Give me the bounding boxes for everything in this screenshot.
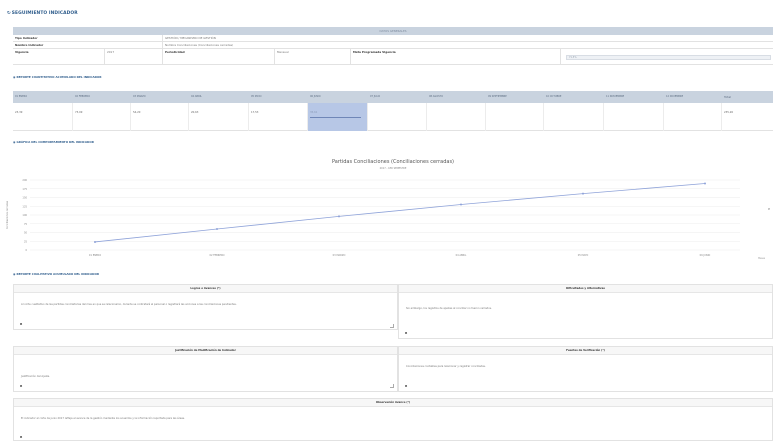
series-line [94,183,706,243]
qualitative-section-title-text: REPORTE CUALITATIVO ACUMULADO DEL INDICA… [16,272,100,276]
observacion-header: Observación Avance (*) [14,399,772,407]
data-point [216,228,218,230]
observacion-textarea[interactable]: El indicador al corte de junio 2017 refl… [21,417,762,421]
logros-badge: B [20,322,23,326]
fuentes-textarea[interactable]: Conciliaciones contables para relacionar… [406,365,762,369]
data-point [94,240,96,243]
y-tick-label: 75 [24,223,28,226]
logros-panel: Logros o Avances (*) Al corte cualitativ… [13,284,398,330]
justificacion-badge: B [20,384,23,388]
justificacion-textarea[interactable]: Justificación del Ajuste. [21,375,387,379]
fuentes-header: Fuentes de Verificación (*) [399,347,772,355]
y-tick-label: 25 [24,240,28,243]
logros-textarea[interactable]: Al corte cualitativo de las partidas con… [21,303,387,307]
y-tick-label: 125 [22,205,27,208]
y-tick-label: 200 [22,179,27,182]
fuentes-badge: B [405,384,408,388]
resize-handle-icon[interactable] [390,324,394,328]
y-tick-label: 0 [25,249,27,252]
y-tick-label: 150 [22,197,27,200]
x-tick-label: 01 ENERO [89,254,101,257]
resize-handle-icon[interactable] [390,384,394,388]
data-point [582,192,584,195]
data-point [704,182,706,185]
dificultades-header: Dificultades y Alternativas [399,285,772,293]
x-tick-label: 02 FEBRERO [209,254,224,257]
qualitative-section-title: ◉REPORTE CUALITATIVO ACUMULADO DEL INDIC… [13,272,99,276]
data-point [338,215,340,218]
justificacion-header: Justificación de Modificación de Indicad… [14,347,397,355]
x-axis-end-label: Meses [758,257,766,260]
fuentes-panel: Fuentes de Verificación (*) Conciliacion… [398,346,773,392]
x-tick-label: 03 MARZO [333,254,346,257]
observacion-badge: B [20,435,23,439]
x-tick-label: 04 ABRIL [456,254,467,257]
y-tick-label: 175 [22,188,27,191]
x-tick-label: 06 JUNIO [700,254,711,257]
logros-header: Logros o Avances (*) [14,285,397,293]
y-axis-label: Conciliaciones cerradas [6,200,9,229]
observacion-panel: Observación Avance (*) El indicador al c… [13,398,773,441]
dificultades-textarea[interactable]: Sin embargo, los registros de ajustes al… [406,307,762,311]
x-tick-label: 05 MAYO [578,254,589,257]
line-chart: 0 25 50 75 100 125 150 175 200 Conciliaciones cer… [6,179,770,260]
y-tick-label: 100 [22,214,27,217]
legend-label: M [768,207,770,211]
data-point [460,203,462,206]
y-tick-label: 50 [24,232,28,235]
justificacion-panel: Justificación de Modificación de Indicad… [13,346,398,392]
dificultades-badge: B [405,331,408,335]
dificultades-panel: Dificultades y Alternativas Sin embargo,… [398,284,773,339]
